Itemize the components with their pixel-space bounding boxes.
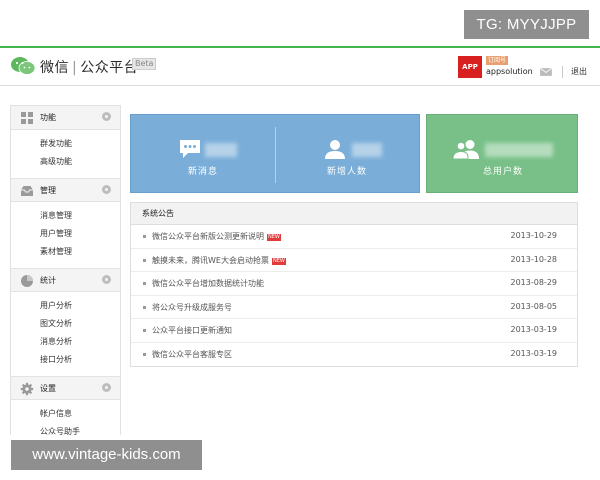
user-icon [325, 140, 345, 159]
inbox-icon [21, 186, 33, 196]
notice-row[interactable]: 将公众号升级成服务号 2013-08-05 [131, 296, 577, 319]
subscription-badge: 订阅号 [486, 56, 509, 65]
sidebar-group-settings[interactable]: 设置 [11, 376, 120, 400]
notice-row-title-text: 微信公众平台增加数据统计功能 [152, 279, 264, 288]
stat-new-followers[interactable]: 新增人数 [276, 115, 421, 194]
gear-icon[interactable] [102, 383, 111, 392]
notice-row[interactable]: 公众平台接口更新通知 2013-03-19 [131, 319, 577, 343]
sidebar-item-mass-send[interactable]: 群发功能 [11, 135, 120, 153]
beta-badge: Beta [132, 58, 157, 70]
wechat-logo-icon [11, 57, 36, 75]
notice-row-date: 2013-08-29 [510, 278, 558, 287]
stat-label: 新消息 [188, 167, 219, 177]
blurred-count [352, 143, 382, 157]
bullet-icon [143, 235, 146, 238]
gear-icon[interactable] [102, 112, 111, 121]
sidebar-item-message-analysis[interactable]: 消息分析 [11, 333, 120, 351]
top-bar: 微信 | 公众平台 Beta APP 订阅号 appsolution 退出 [0, 46, 600, 86]
sidebar-item-user-analysis[interactable]: 用户分析 [11, 297, 120, 315]
bullet-icon [143, 305, 146, 309]
sidebar-item-users[interactable]: 用户管理 [11, 225, 120, 243]
header-divider [562, 66, 563, 78]
notice-row-title[interactable]: 微信公众平台新版公测更新说明 NEW [152, 231, 281, 242]
notice-row-date: 2013-10-29 [510, 231, 558, 240]
notice-row[interactable]: 触摸未来，腾讯WE大会启动抢票 NEW 2013-10-28 [131, 249, 577, 272]
watermark-top: TG: MYYJJPP [464, 10, 589, 39]
notice-row-title-text: 将公众号升级成服务号 [152, 302, 232, 312]
notice-row[interactable]: 微信公众平台增加数据统计功能 2013-08-29 [131, 272, 577, 296]
sidebar-group-stats[interactable]: 统计 [11, 268, 120, 292]
stat-label: 总用户数 [483, 167, 524, 177]
stat-label: 新增人数 [327, 167, 368, 177]
sidebar-item-article-analysis[interactable]: 图文分析 [11, 315, 120, 333]
notice-row-title[interactable]: 公众平台接口更新通知 [152, 325, 232, 336]
bullet-icon [143, 258, 146, 262]
new-badge: NEW [271, 257, 286, 265]
sidebar-group-label: 设置 [40, 384, 56, 393]
sidebar-item-account-info[interactable]: 帐户信息 [11, 405, 120, 423]
brand-main: 微信 [40, 60, 69, 76]
stat-new-messages[interactable]: 新消息 [131, 115, 275, 194]
bullet-icon [143, 282, 146, 285]
gear-icon[interactable] [102, 185, 111, 194]
users-icon [453, 140, 479, 159]
notice-row-title[interactable]: 将公众号升级成服务号 [152, 302, 232, 313]
brand-sub: 公众平台 [80, 60, 139, 76]
account-avatar[interactable]: APP [458, 56, 482, 78]
gear-icon [20, 382, 34, 396]
new-badge: NEW [267, 234, 281, 241]
sidebar-item-materials[interactable]: 素材管理 [11, 243, 120, 261]
notice-row-title[interactable]: 微信公众平台客服专区 [152, 349, 232, 360]
sidebar-item-advanced[interactable]: 高级功能 [11, 153, 120, 171]
stats-blue-card: 新消息 新增人数 [130, 114, 420, 193]
sidebar-group-manage[interactable]: 管理 [11, 178, 120, 202]
notice-row-title-text: 微信公众平台新版公测更新说明 [152, 232, 264, 241]
sidebar-group-label: 管理 [40, 186, 56, 195]
bullet-icon [143, 329, 146, 332]
notice-row-date: 2013-10-28 [510, 254, 558, 264]
blurred-count [485, 143, 553, 157]
pie-chart-icon [21, 275, 33, 287]
notice-row-date: 2013-08-05 [510, 301, 558, 311]
sidebar-item-messages[interactable]: 消息管理 [11, 207, 120, 225]
notice-row-title-text: 触摸未来，腾讯WE大会启动抢票 [152, 255, 269, 265]
brand-title[interactable]: 微信 | 公众平台 [40, 57, 138, 77]
notice-row-title[interactable]: 触摸未来，腾讯WE大会启动抢票 NEW [152, 255, 286, 266]
gear-icon[interactable] [102, 275, 111, 284]
notice-row-date: 2013-03-19 [510, 348, 558, 358]
sidebar-nav: 功能 群发功能 高级功能 管理 消息管理 用户管理 素材管理 统计 用户分析 图… [10, 105, 121, 436]
bullet-icon [143, 352, 146, 356]
blurred-count [205, 143, 237, 157]
logout-link[interactable]: 退出 [571, 66, 587, 77]
sidebar-item-assistant[interactable]: 公众号助手 [11, 423, 120, 441]
sidebar-item-api-analysis[interactable]: 接口分析 [11, 351, 120, 369]
notice-row[interactable]: 微信公众平台新版公测更新说明 NEW 2013-10-29 [131, 225, 577, 249]
stat-total-users[interactable]: 总用户数 [427, 115, 579, 194]
notice-row-title-text: 公众平台接口更新通知 [152, 326, 232, 335]
notice-row[interactable]: 微信公众平台客服专区 2013-03-19 [131, 343, 577, 367]
notice-row-title-text: 微信公众平台客服专区 [152, 349, 232, 359]
notice-row-date: 2013-03-19 [510, 325, 558, 334]
stats-panel: 新消息 新增人数 总用户数 [130, 114, 578, 193]
account-name[interactable]: appsolution [486, 67, 533, 76]
sidebar-group-label: 功能 [40, 113, 56, 122]
notice-title: 系统公告 [131, 203, 577, 225]
system-notice-panel: 系统公告 微信公众平台新版公测更新说明 NEW 2013-10-29 触摸未来，腾讯W… [130, 202, 578, 367]
message-bubble-icon [180, 140, 200, 158]
sidebar-group-label: 统计 [40, 276, 56, 285]
brand-separator: | [72, 60, 78, 76]
sidebar-group-features[interactable]: 功能 [11, 106, 120, 130]
mail-icon[interactable] [540, 68, 552, 76]
stats-green-card[interactable]: 总用户数 [426, 114, 578, 193]
notice-row-title[interactable]: 微信公众平台增加数据统计功能 [152, 278, 264, 289]
grid-icon [21, 112, 33, 124]
watermark-bottom: www.vintage-kids.com [11, 440, 202, 470]
